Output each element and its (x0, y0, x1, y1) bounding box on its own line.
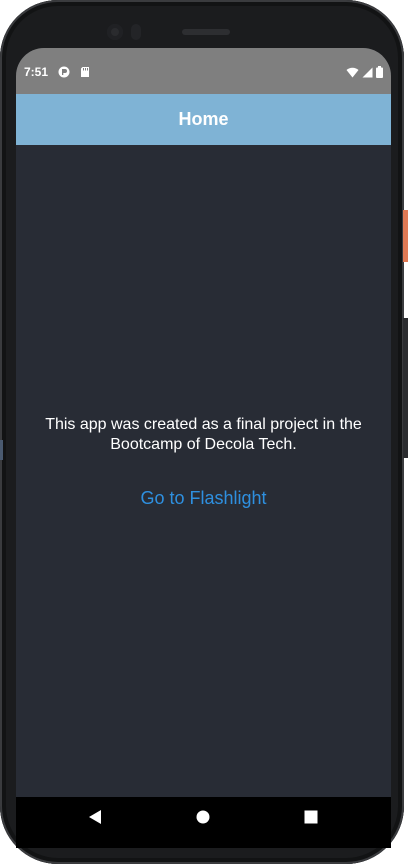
status-indicators (346, 65, 383, 83)
wifi-icon (346, 65, 359, 83)
home-icon (196, 810, 210, 829)
status-bar: 7:51 (16, 48, 391, 94)
screen-bottom-edge (16, 840, 391, 848)
system-nav-bar (16, 797, 391, 840)
go-to-flashlight-button[interactable]: Go to Flashlight (16, 488, 391, 509)
notification-app-icon (58, 65, 70, 78)
cell-signal-icon (362, 65, 373, 83)
device-screen: 7:51 Home This app was created as a fina… (16, 48, 391, 840)
back-icon (88, 809, 102, 830)
sd-card-icon (79, 65, 91, 77)
recents-icon (304, 810, 318, 829)
battery-icon (376, 65, 383, 83)
app-bar: Home (16, 94, 391, 145)
page-title: Home (178, 109, 229, 129)
sensor-icon (131, 24, 141, 40)
main-content: This app was created as a final project … (16, 145, 391, 797)
side-edge-accent (0, 440, 3, 460)
recents-button[interactable] (301, 809, 321, 829)
front-camera-icon (107, 24, 123, 40)
back-button[interactable] (85, 809, 105, 829)
status-time: 7:51 (24, 65, 49, 79)
app-description: This app was created as a final project … (45, 416, 362, 453)
volume-rocker (403, 318, 408, 458)
power-button (403, 210, 408, 262)
home-button[interactable] (193, 809, 213, 829)
earpiece-speaker (182, 29, 230, 35)
